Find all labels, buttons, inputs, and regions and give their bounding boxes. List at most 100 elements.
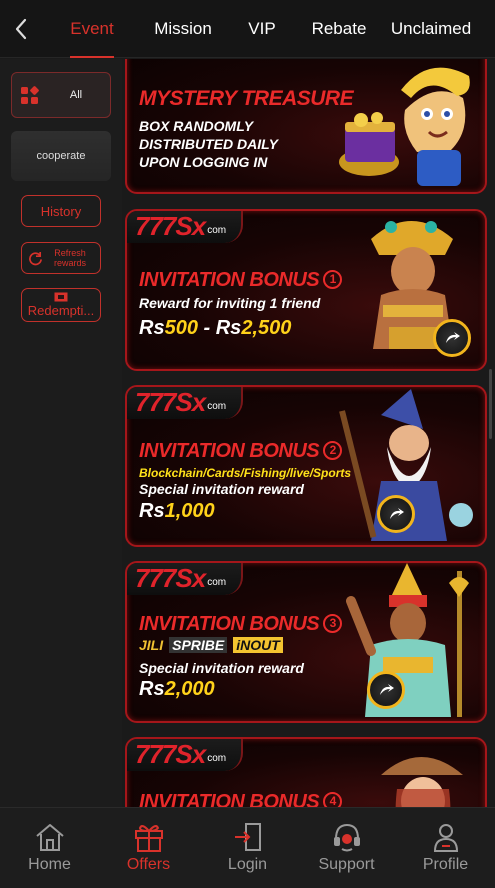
chevron-left-icon [15,18,27,40]
refresh-rewards-label: Refresh rewards [36,248,86,268]
brand-suffix: com [207,400,227,412]
category-all-button[interactable]: All [11,72,111,118]
brand-suffix: com [207,752,227,764]
treasure-boy-illustration [339,67,470,186]
currency-label: Rs [215,317,242,339]
provider-logo-inout: iNOUT [233,637,283,653]
arrow-right-icon [390,508,404,519]
nav-login-label: Login [227,856,268,873]
go-arrow-button[interactable] [377,495,415,533]
brand-tag: 777Sx com [127,386,243,419]
nav-home[interactable]: Home [0,808,99,888]
event-card-invitation-bonus-3[interactable]: 777Sx com INVITATION BONUS 3 JILI SPRIBE … [125,561,487,723]
nav-offers[interactable]: Offers [99,808,198,888]
brand-logo-text: 777Sx [135,210,206,241]
refresh-rewards-button[interactable]: Refresh rewards [21,242,101,274]
card-title: INVITATION BONUS 4 [139,791,343,807]
event-card-invitation-bonus-2[interactable]: 777Sx com INVITATION BONUS 2 Blockchain/C… [125,385,487,547]
provider-logo-spribe: SPRIBE [169,637,228,653]
brand-suffix: com [207,576,227,588]
currency-label: Rs [139,317,165,339]
brand-logo-text: 777Sx [135,738,206,769]
brand-tag: 777Sx com [127,210,243,243]
amount-max: 2,500 [241,317,292,339]
tab-vip[interactable]: VIP [240,0,284,58]
go-arrow-button[interactable] [433,319,471,357]
card-title-text: INVITATION BONUS [139,269,320,291]
amount-min: 500 [164,317,198,339]
top-tab-bar: Event Mission VIP Rebate Unclaimed [0,0,495,58]
tab-unclaimed[interactable]: Unclaimed [390,0,472,58]
user-icon [433,824,458,852]
tab-event[interactable]: Event [60,0,124,58]
category-sidebar: All cooperate History Refresh rewards Re… [0,59,122,809]
gift-icon [134,825,163,852]
card-text-line: BOX RANDOMLY [139,118,254,134]
brand-logo-text: 777Sx [135,386,206,417]
redemption-button[interactable]: Redempti... [21,288,101,322]
ticket-icon [54,292,68,302]
card-title: MYSTERY TREASURE [139,87,354,110]
event-card-invitation-bonus-4[interactable]: 777Sx com INVITATION BONUS 4 [125,737,487,807]
category-all-label: All [69,89,83,101]
card-text-line: UPON LOGGING IN [139,154,268,170]
card-text-line: DISTRIBUTED DAILY [139,136,278,152]
event-card-mystery-treasure[interactable]: MYSTERY TREASURE BOX RANDOMLY DISTRIBUTE… [125,59,487,194]
back-button[interactable] [8,14,34,44]
amount-separator: - [197,317,216,339]
nav-home-label: Home [28,856,71,873]
card-number-badge: 1 [323,269,343,289]
scrollbar[interactable] [489,369,492,439]
brand-logo-text: 777Sx [135,562,206,593]
card-title-text: INVITATION BONUS [139,440,320,462]
currency-label: Rs [139,678,165,700]
home-icon [35,824,64,851]
nav-profile[interactable]: Profile [396,808,495,888]
event-list[interactable]: MYSTERY TREASURE BOX RANDOMLY DISTRIBUTE… [122,59,495,807]
tab-mission[interactable]: Mission [142,0,224,58]
nav-support-label: Support [318,856,375,873]
card-categories: Blockchain/Cards/Fishing/live/Sports [139,466,352,480]
headset-icon [333,823,360,852]
tab-rebate[interactable]: Rebate [308,0,370,58]
arrow-right-icon [380,684,394,695]
provider-logo-jili: JILI [139,637,164,653]
tab-list: Event Mission VIP Rebate Unclaimed [60,0,495,58]
history-button[interactable]: History [21,195,101,227]
card-title-text: INVITATION BONUS [139,613,320,635]
arrow-right-icon [446,332,460,343]
currency-label: Rs [139,500,165,522]
nav-profile-label: Profile [422,856,469,873]
category-cooperate-button[interactable]: cooperate [11,131,111,181]
amount-value: 2,000 [164,678,215,700]
card-description: Special invitation reward [139,660,304,676]
amount-value: 1,000 [164,500,215,522]
nav-login[interactable]: Login [198,808,297,888]
cowgirl-illustration [381,757,463,807]
brand-suffix: com [207,224,227,236]
card-number-badge: 4 [323,791,343,807]
card-title-text: INVITATION BONUS [139,791,320,807]
inca-king-illustration [346,563,469,717]
bottom-nav: Home Offers Login Support Profile [0,807,495,888]
go-arrow-button[interactable] [367,671,405,709]
card-amount: Rs500 - Rs2,500 [139,317,291,340]
nav-offers-label: Offers [126,856,171,873]
event-card-invitation-bonus-1[interactable]: 777Sx com INVITATION BONUS 1 Reward for i… [125,209,487,371]
refresh-label-line1: Refresh [54,248,86,258]
refresh-label-line2: rewards [53,258,86,268]
card-amount: Rs1,000 [139,500,215,523]
nav-support[interactable]: Support [297,808,396,888]
brand-tag: 777Sx com [127,738,243,771]
card-title: INVITATION BONUS 1 [139,269,343,292]
login-icon [234,823,261,851]
refresh-icon [29,251,42,266]
redemption-label: Redempti... [27,303,95,318]
card-title: INVITATION BONUS 2 [139,440,343,463]
card-description: Special invitation reward [139,481,304,497]
card-description: Reward for inviting 1 friend [139,295,321,311]
card-title: INVITATION BONUS 3 [139,613,343,636]
card-amount: Rs2,000 [139,678,215,701]
brand-tag: 777Sx com [127,562,243,595]
provider-logos: JILI SPRIBE iNOUT [139,637,283,653]
